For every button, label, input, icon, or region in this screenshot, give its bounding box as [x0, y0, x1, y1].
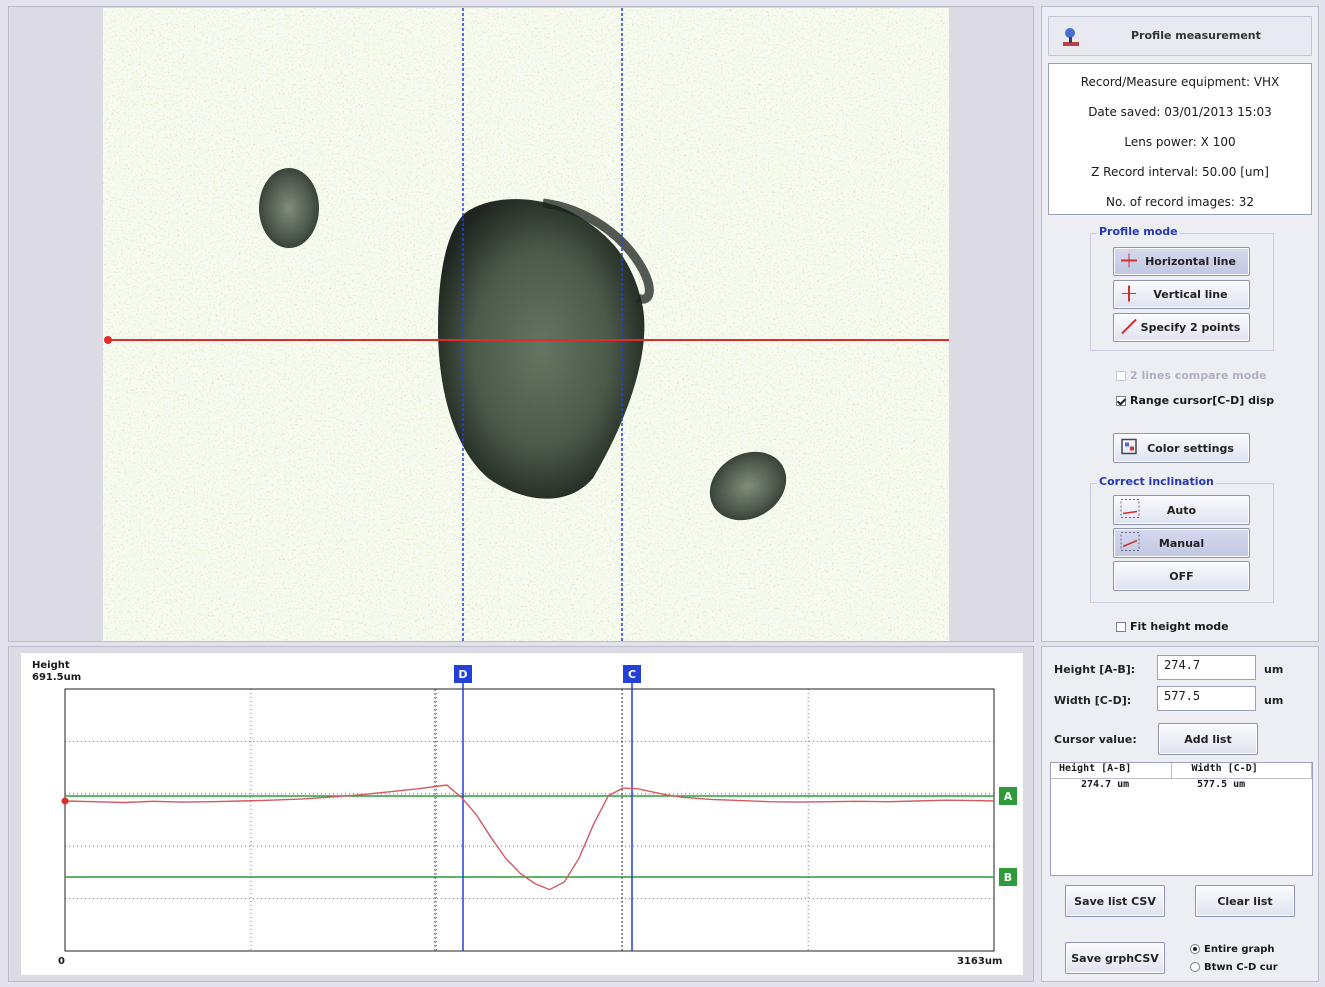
marker-c-label: C [628, 668, 636, 681]
microscope-icon [1059, 25, 1083, 52]
vertical-line-button[interactable]: Vertical line [1113, 280, 1250, 309]
diagonal-line-icon [1120, 317, 1138, 338]
info-record-images: No. of record images: 32 [1105, 195, 1255, 209]
info-z-interval: Z Record interval: 50.00 [um] [1091, 165, 1269, 179]
profile-line-handle [104, 336, 112, 344]
range-cursor-checkbox[interactable] [1116, 396, 1126, 406]
range-cursor-label: Range cursor[C-D] disp [1130, 394, 1275, 407]
save-list-csv-label: Save list CSV [1074, 894, 1156, 908]
measurement-list[interactable]: Height [A-B] Width [C-D] 274.7 um 577.5 … [1050, 762, 1313, 876]
list-row-width: 577.5 um [1197, 779, 1246, 790]
info-date-saved: Date saved: 03/01/2013 15:03 [1088, 105, 1272, 119]
fit-height-label: Fit height mode [1130, 620, 1229, 633]
manual-inclination-icon [1120, 532, 1140, 555]
marker-d-label: D [458, 668, 467, 681]
graph-grid [65, 689, 994, 951]
entire-graph-radio[interactable] [1190, 944, 1200, 954]
fit-height-checkbox[interactable] [1116, 622, 1126, 632]
correct-inclination-label: Correct inclination [1097, 475, 1216, 488]
info-box: Record/Measure equipment: VHX Date saved… [1048, 63, 1312, 215]
range-cursor-option[interactable]: Range cursor[C-D] disp [1116, 394, 1274, 407]
palette-icon [1120, 438, 1138, 459]
entire-graph-label: Entire graph [1204, 944, 1275, 955]
off-inclination-button[interactable]: OFF [1113, 561, 1250, 591]
profile-graph[interactable]: D C A B [21, 653, 1023, 975]
save-graph-csv-label: Save grphCSV [1071, 951, 1159, 965]
panel-header: Profile measurement [1048, 16, 1312, 56]
width-value-field[interactable]: 577.5 [1157, 686, 1256, 711]
fit-height-option[interactable]: Fit height mode [1116, 620, 1229, 633]
info-lens-power: Lens power: X 100 [1124, 135, 1236, 149]
auto-inclination-label: Auto [1166, 503, 1197, 517]
microscope-image[interactable] [103, 8, 949, 641]
list-row[interactable]: 274.7 um 577.5 um [1051, 779, 1312, 790]
clear-list-button[interactable]: Clear list [1195, 885, 1295, 917]
color-settings-label: Color settings [1147, 441, 1234, 455]
small-pit-left [259, 168, 319, 248]
specify-two-points-button[interactable]: Specify 2 points [1113, 313, 1250, 342]
list-header: Height [A-B] Width [C-D] [1051, 763, 1312, 779]
btwn-cd-option[interactable]: Btwn C-D cur [1190, 962, 1278, 973]
auto-inclination-button[interactable]: Auto [1113, 495, 1250, 525]
height-value-field[interactable]: 274.7 [1157, 655, 1256, 680]
vertical-line-icon [1120, 284, 1138, 305]
marker-b-label: B [1004, 871, 1012, 884]
profile-series-line [64, 784, 995, 891]
width-unit: um [1264, 694, 1284, 707]
width-label: Width [C-D]: [1054, 694, 1132, 707]
cursor-value-label: Cursor value: [1054, 733, 1137, 746]
marker-a-label: A [1004, 790, 1013, 803]
save-graph-csv-button[interactable]: Save grphCSV [1065, 942, 1165, 974]
profile-start-point [61, 797, 69, 805]
manual-inclination-button[interactable]: Manual [1113, 528, 1250, 558]
list-header-height: Height [A-B] [1051, 763, 1172, 778]
entire-graph-option[interactable]: Entire graph [1190, 944, 1274, 955]
specify-two-points-label: Specify 2 points [1140, 321, 1241, 334]
two-lines-compare-option[interactable]: 2 lines compare mode [1116, 369, 1267, 382]
horizontal-line-icon [1120, 251, 1138, 272]
btwn-cd-label: Btwn C-D cur [1204, 962, 1278, 973]
info-equipment: Record/Measure equipment: VHX [1080, 75, 1280, 89]
vertical-line-label: Vertical line [1153, 288, 1228, 301]
manual-inclination-label: Manual [1158, 536, 1205, 550]
plot-border [64, 688, 995, 952]
profile-mode-label: Profile mode [1097, 225, 1180, 238]
list-row-height: 274.7 um [1081, 779, 1130, 790]
height-label: Height [A-B]: [1054, 663, 1136, 676]
color-settings-button[interactable]: Color settings [1113, 433, 1250, 463]
horizontal-line-label: Horizontal line [1145, 255, 1236, 268]
two-lines-compare-checkbox[interactable] [1116, 371, 1126, 381]
two-lines-compare-label: 2 lines compare mode [1130, 369, 1267, 382]
off-inclination-label: OFF [1169, 569, 1194, 583]
auto-inclination-icon [1120, 499, 1140, 522]
clear-list-label: Clear list [1217, 894, 1273, 908]
horizontal-line-button[interactable]: Horizontal line [1113, 247, 1250, 276]
list-header-width: Width [C-D] [1172, 763, 1312, 778]
save-list-csv-button[interactable]: Save list CSV [1065, 885, 1165, 917]
btwn-cd-radio[interactable] [1190, 962, 1200, 972]
height-unit: um [1264, 663, 1284, 676]
panel-title: Profile measurement [1131, 29, 1261, 42]
add-list-label: Add list [1184, 732, 1232, 746]
add-list-button[interactable]: Add list [1158, 723, 1258, 755]
